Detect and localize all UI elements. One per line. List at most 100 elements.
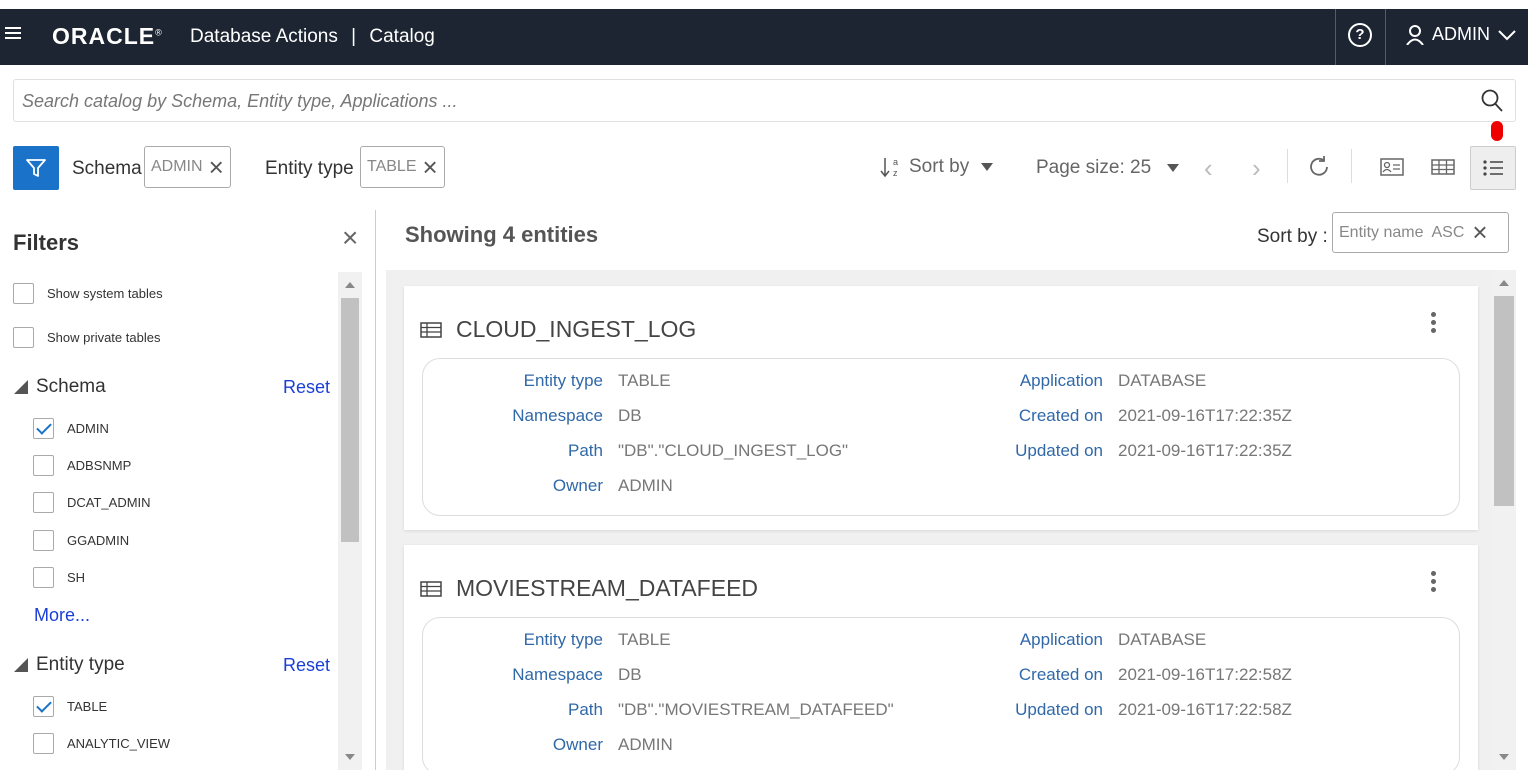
filter-icon xyxy=(26,159,46,177)
detail-entity-type: Entity type TABLE xyxy=(523,371,671,390)
schema-option-admin[interactable]: ADMIN xyxy=(33,418,109,439)
table-icon xyxy=(420,580,442,597)
table-icon xyxy=(420,321,442,338)
entity-name[interactable]: MOVIESTREAM_DATAFEED xyxy=(456,575,758,602)
user-name: ADMIN xyxy=(1432,24,1490,44)
header-divider xyxy=(1335,9,1336,65)
next-page-button[interactable]: › xyxy=(1252,153,1261,184)
detail-owner: Owner ADMIN xyxy=(552,735,673,754)
detail-namespace: Namespace DB xyxy=(512,665,642,684)
detail-created-on: Created on 2021-09-16T17:22:35Z xyxy=(1018,406,1292,425)
svg-text:z: z xyxy=(893,168,898,178)
collapse-triangle-icon xyxy=(14,380,28,394)
results-scrollbar[interactable] xyxy=(1492,270,1516,770)
schema-option-dcat-admin[interactable]: DCAT_ADMIN xyxy=(33,492,151,513)
entity-type-section-header[interactable]: Entity type xyxy=(14,654,125,676)
app-header: ORACLE® Database Actions | Catalog ? ADM… xyxy=(0,9,1528,65)
filters-panel: Filters × Show system tables Show privat… xyxy=(0,210,376,770)
previous-page-button[interactable]: ‹ xyxy=(1204,153,1213,184)
sort-chip-value: Entity name ASC xyxy=(1339,223,1465,241)
entity-type-filter-label: Entity type xyxy=(265,158,354,179)
entity-card[interactable]: MOVIESTREAM_DATAFEED Entity type TABLE Na… xyxy=(404,545,1478,770)
results-sort-chip: Entity name ASC × xyxy=(1332,212,1509,253)
scroll-down-arrow-icon[interactable] xyxy=(1499,754,1509,760)
entity-details: Entity type TABLE Namespace DB Path "DB"."C… xyxy=(422,358,1460,516)
app-name: Database Actions xyxy=(190,26,338,47)
schema-option-label: DCAT_ADMIN xyxy=(67,495,151,510)
hamburger-menu-icon[interactable] xyxy=(5,27,21,41)
scroll-thumb[interactable] xyxy=(1494,296,1514,506)
scroll-up-arrow-icon[interactable] xyxy=(1499,280,1509,286)
schema-checkbox[interactable] xyxy=(33,492,54,513)
detail-updated-on: Updated on 2021-09-16T17:22:58Z xyxy=(1015,700,1292,719)
entity-card-header: MOVIESTREAM_DATAFEED xyxy=(420,575,758,602)
grid-view-icon[interactable] xyxy=(1431,157,1455,177)
schema-reset-link[interactable]: Reset xyxy=(283,377,330,398)
entity-type-reset-link[interactable]: Reset xyxy=(283,655,330,676)
schema-filter-chip: ADMIN × xyxy=(144,146,231,188)
schema-checkbox[interactable] xyxy=(33,418,54,439)
list-view-button[interactable] xyxy=(1470,146,1516,190)
entity-name[interactable]: CLOUD_INGEST_LOG xyxy=(456,316,696,343)
filter-toggle-button[interactable] xyxy=(13,146,59,190)
show-system-tables-checkbox[interactable] xyxy=(13,283,34,304)
schema-option-adbsnmp[interactable]: ADBSNMP xyxy=(33,455,131,476)
show-private-tables-option[interactable]: Show private tables xyxy=(13,327,160,348)
detail-updated-on: Updated on 2021-09-16T17:22:35Z xyxy=(1015,441,1292,460)
entity-type-option-analytic-view[interactable]: ANALYTIC_VIEW xyxy=(33,733,170,754)
catalog-search xyxy=(13,79,1516,122)
schema-section-header[interactable]: Schema xyxy=(14,376,106,398)
title-separator: | xyxy=(351,26,357,47)
caret-down-icon xyxy=(981,163,994,171)
show-system-tables-option[interactable]: Show system tables xyxy=(13,283,163,304)
entity-type-option-table[interactable]: TABLE xyxy=(33,696,107,717)
user-menu[interactable]: ADMIN xyxy=(1406,24,1516,45)
detail-application: Application DATABASE xyxy=(1019,630,1207,649)
entity-type-checkbox[interactable] xyxy=(33,696,54,717)
more-actions-icon[interactable] xyxy=(1431,312,1436,333)
schema-chip-value: ADMIN xyxy=(151,158,203,175)
scroll-down-arrow-icon[interactable] xyxy=(345,754,355,760)
detail-path: Path "DB"."CLOUD_INGEST_LOG" xyxy=(568,441,849,460)
schema-option-sh[interactable]: SH xyxy=(33,567,85,588)
list-view-icon xyxy=(1483,160,1503,176)
oracle-logo: ORACLE® xyxy=(52,23,163,49)
search-input[interactable] xyxy=(22,91,1462,112)
scroll-thumb[interactable] xyxy=(341,298,359,542)
card-view-icon[interactable] xyxy=(1380,157,1404,177)
close-icon[interactable]: × xyxy=(423,154,438,180)
schema-checkbox[interactable] xyxy=(33,567,54,588)
show-private-tables-label: Show private tables xyxy=(47,330,161,345)
help-icon[interactable]: ? xyxy=(1348,23,1372,47)
schema-checkbox[interactable] xyxy=(33,530,54,551)
detail-path: Path "DB"."MOVIESTREAM_DATAFEED" xyxy=(568,700,894,719)
schema-filter-label: Schema xyxy=(72,158,142,179)
filters-scrollbar[interactable] xyxy=(338,272,362,770)
schema-option-ggadmin[interactable]: GGADMIN xyxy=(33,530,129,551)
entity-type-checkbox[interactable] xyxy=(33,733,54,754)
entity-type-option-label: TABLE xyxy=(67,699,108,714)
entity-card[interactable]: CLOUD_INGEST_LOG Entity type TABLE Namesp… xyxy=(404,286,1478,530)
scroll-up-arrow-icon[interactable] xyxy=(345,282,355,288)
more-schemas-link[interactable]: More... xyxy=(34,605,90,626)
filter-toolbar: Schema ADMIN × Entity type TABLE × az So… xyxy=(0,145,1528,191)
more-actions-icon[interactable] xyxy=(1431,571,1436,592)
caret-down-icon xyxy=(1167,164,1180,172)
schema-option-label: ADBSNMP xyxy=(67,458,132,473)
show-private-tables-checkbox[interactable] xyxy=(13,327,34,348)
search-icon[interactable] xyxy=(1481,89,1503,113)
app-title: Database Actions | Catalog xyxy=(190,26,435,48)
sort-icon: az xyxy=(880,157,898,178)
entity-card-header: CLOUD_INGEST_LOG xyxy=(420,316,696,343)
schema-section-title: Schema xyxy=(36,376,106,397)
page-size-dropdown[interactable]: Page size: 25 xyxy=(1036,157,1180,179)
page-size-label: Page size: 25 xyxy=(1036,157,1152,178)
detail-entity-type: Entity type TABLE xyxy=(523,630,671,649)
indicator-marker xyxy=(1491,121,1503,141)
schema-checkbox[interactable] xyxy=(33,455,54,476)
close-icon[interactable]: × xyxy=(209,154,224,180)
close-icon[interactable]: × xyxy=(1472,217,1487,248)
sort-by-dropdown[interactable]: az Sort by xyxy=(879,156,994,178)
close-icon[interactable]: × xyxy=(342,222,358,254)
refresh-icon[interactable] xyxy=(1307,155,1331,179)
